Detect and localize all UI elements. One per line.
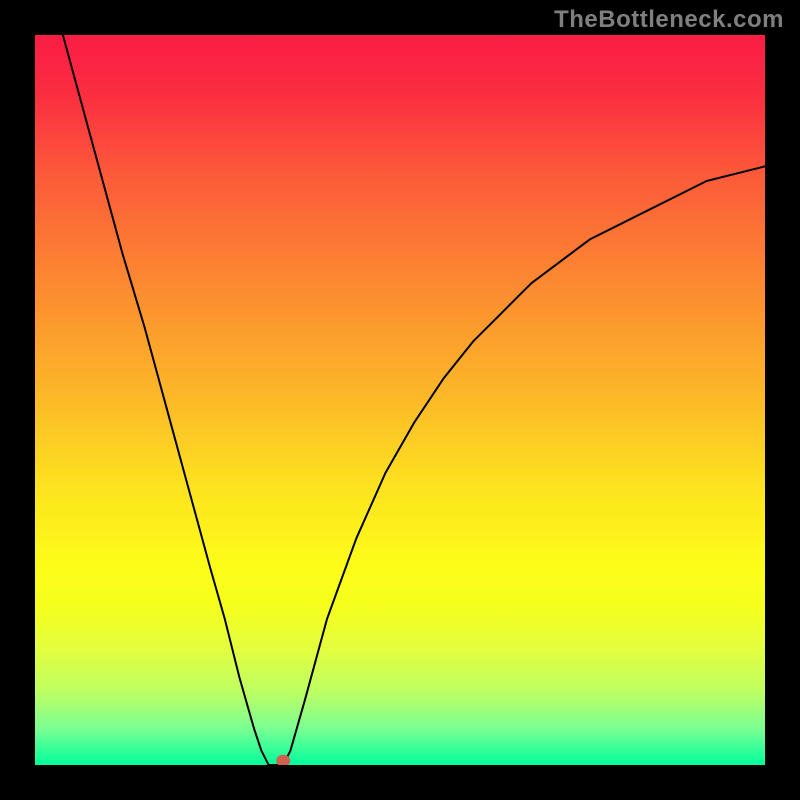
gradient-rect bbox=[35, 35, 765, 765]
chart-frame: TheBottleneck.com bbox=[0, 0, 800, 800]
plot-area bbox=[35, 35, 765, 765]
plot-svg bbox=[35, 35, 765, 765]
attribution-label: TheBottleneck.com bbox=[554, 6, 784, 34]
